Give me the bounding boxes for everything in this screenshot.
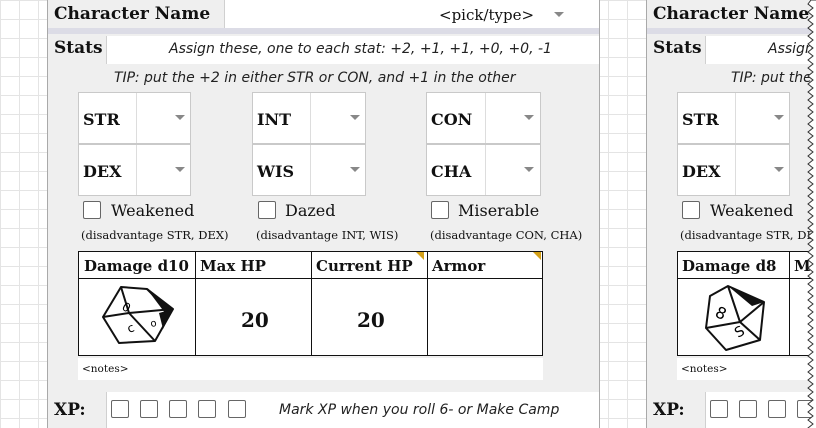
table-col-rule <box>311 252 312 355</box>
stat-label-con: CON <box>431 110 473 129</box>
stats-instruction-cell: Assign <box>705 36 816 64</box>
stat-str[interactable]: STR <box>677 92 790 144</box>
combat-table: Damage d10 Max HP Current HP Armor 0 c o… <box>78 251 543 356</box>
stat-divider <box>136 93 137 143</box>
chevron-down-icon <box>554 12 564 17</box>
stat-label-cha: CHA <box>431 162 472 181</box>
stat-wis[interactable]: WIS <box>252 144 366 196</box>
condition-label-weakened: Weakened <box>710 201 794 220</box>
dazed-checkbox[interactable] <box>258 201 276 219</box>
condition-note-weakened: (disadvantage STR, DE <box>680 228 815 242</box>
stat-divider <box>485 145 486 195</box>
stat-int[interactable]: INT <box>252 92 366 144</box>
notes-field[interactable]: <notes> <box>677 358 816 380</box>
xp-label: XP: <box>653 400 685 420</box>
character-name-label: Character Name <box>653 4 810 24</box>
max-hp-value[interactable]: 20 <box>241 308 269 332</box>
notes-placeholder: <notes> <box>681 363 728 375</box>
character-sheet-2: Character Name Stats Assign TIP: put the… <box>646 0 816 428</box>
chevron-down-icon <box>524 115 534 120</box>
stat-divider <box>735 145 736 195</box>
svg-text:8: 8 <box>712 302 729 324</box>
xp-checkbox-5[interactable] <box>228 400 246 418</box>
svg-text:o: o <box>150 318 158 330</box>
stat-divider <box>735 93 736 143</box>
xp-instruction: Mark XP when you roll 6- or Make Camp <box>279 402 560 418</box>
stat-label-dex: DEX <box>83 162 122 181</box>
condition-note-miserable: (disadvantage CON, CHA) <box>430 228 583 242</box>
chevron-down-icon <box>350 115 360 120</box>
stat-dex[interactable]: DEX <box>677 144 790 196</box>
damage-header: Damage d10 <box>84 257 189 275</box>
chevron-down-icon <box>774 115 784 120</box>
character-sheet-1: Character Name <pick/type> Stats Assign … <box>47 0 600 428</box>
stat-divider <box>310 93 311 143</box>
character-name-label: Character Name <box>54 4 211 24</box>
chevron-down-icon <box>524 167 534 172</box>
svg-text:c: c <box>125 320 136 335</box>
miserable-checkbox[interactable] <box>431 201 449 219</box>
stats-tip: TIP: put the +2 in either STR or CON, an… <box>114 70 516 86</box>
damage-header: Damage d8 <box>682 257 777 275</box>
stat-con[interactable]: CON <box>426 92 541 144</box>
stats-label: Stats <box>653 38 702 58</box>
d10-die-icon: 0 c o <box>102 286 174 344</box>
stat-divider <box>485 93 486 143</box>
stat-divider <box>310 145 311 195</box>
weakened-checkbox[interactable] <box>682 201 700 219</box>
max-hp-header: Max HP <box>200 257 266 275</box>
stat-cha[interactable]: CHA <box>426 144 541 196</box>
stat-dex[interactable]: DEX <box>78 144 191 196</box>
notes-placeholder: <notes> <box>82 363 129 375</box>
d8-die-icon: 8 S <box>705 285 765 351</box>
condition-label-weakened: Weakened <box>111 201 195 220</box>
section-divider <box>647 28 816 34</box>
condition-note-dazed: (disadvantage INT, WIS) <box>256 228 399 242</box>
stats-instruction-cell: Assign these, one to each stat: +2, +1, … <box>106 36 599 64</box>
combat-table: Damage d8 M 8 S <box>677 251 816 356</box>
xp-label: XP: <box>54 400 86 420</box>
condition-label-miserable: Miserable <box>458 201 540 220</box>
section-divider <box>48 28 599 34</box>
comment-marker-icon <box>416 252 424 260</box>
stat-label-str: STR <box>682 110 719 129</box>
stat-label-wis: WIS <box>257 162 295 181</box>
armor-input[interactable] <box>429 280 541 354</box>
condition-label-dazed: Dazed <box>285 201 336 220</box>
table-col-rule <box>427 252 428 355</box>
notes-field[interactable]: <notes> <box>78 358 543 380</box>
xp-checkbox-2[interactable] <box>140 400 158 418</box>
weakened-checkbox[interactable] <box>83 201 101 219</box>
current-hp-value[interactable]: 20 <box>357 308 385 332</box>
table-col-rule <box>195 252 196 355</box>
stats-label: Stats <box>54 38 103 58</box>
condition-note-weakened: (disadvantage STR, DEX) <box>81 228 229 242</box>
xp-checkbox-3[interactable] <box>169 400 187 418</box>
stats-instruction: Assign these, one to each stat: +2, +1, … <box>169 41 552 57</box>
current-hp-header: Current HP <box>316 257 413 275</box>
torn-edge <box>807 0 816 428</box>
name-placeholder: <pick/type> <box>439 6 535 24</box>
character-name-select[interactable]: <pick/type> <box>224 0 599 28</box>
table-header-rule <box>678 278 816 279</box>
stat-label-dex: DEX <box>682 162 721 181</box>
chevron-down-icon <box>175 115 185 120</box>
stat-label-str: STR <box>83 110 120 129</box>
armor-header: Armor <box>432 257 486 275</box>
table-col-rule <box>789 252 790 355</box>
xp-checkbox-1[interactable] <box>710 400 728 418</box>
stat-label-int: INT <box>257 110 292 129</box>
xp-checkbox-3[interactable] <box>768 400 786 418</box>
comment-marker-icon <box>533 252 541 260</box>
xp-checkbox-1[interactable] <box>111 400 129 418</box>
xp-checkbox-4[interactable] <box>198 400 216 418</box>
stat-divider <box>136 145 137 195</box>
xp-checkbox-2[interactable] <box>739 400 757 418</box>
stat-str[interactable]: STR <box>78 92 191 144</box>
stats-tip: TIP: put the <box>731 70 812 86</box>
chevron-down-icon <box>175 167 185 172</box>
chevron-down-icon <box>350 167 360 172</box>
chevron-down-icon <box>774 167 784 172</box>
